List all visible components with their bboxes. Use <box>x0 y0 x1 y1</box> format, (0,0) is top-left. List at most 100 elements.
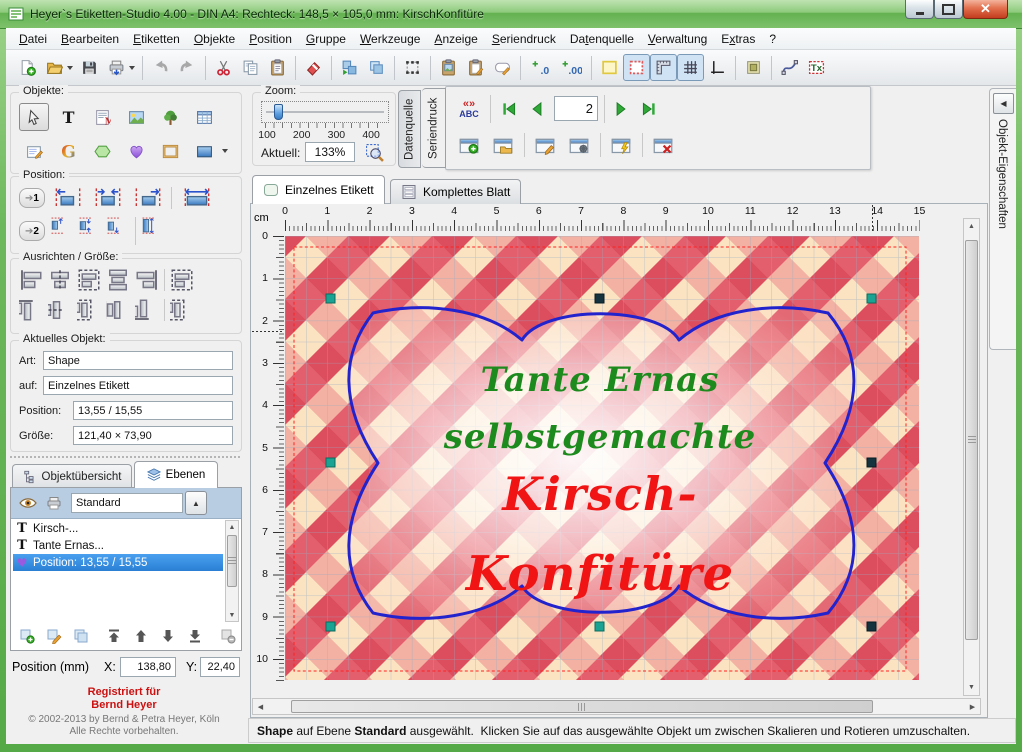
decimal-0-button[interactable] <box>525 54 555 81</box>
move-up-button[interactable] <box>129 625 153 647</box>
menu-item-anzeige[interactable]: Anzeige <box>427 30 484 48</box>
x-field[interactable]: 138,80 <box>120 657 176 677</box>
distribute-v-button[interactable] <box>106 298 130 322</box>
add-layer-button[interactable] <box>15 625 39 647</box>
align-bottom-button[interactable] <box>135 298 159 322</box>
hexagon-shape-button[interactable] <box>87 137 117 165</box>
paste-button[interactable] <box>264 54 291 81</box>
copy-button[interactable] <box>237 54 264 81</box>
center-vertical-button[interactable] <box>79 215 101 247</box>
decimal-00-button[interactable] <box>555 54 587 81</box>
zoom-value-field[interactable]: 133% <box>305 142 355 162</box>
objekt-position-field[interactable]: 13,55 / 15,55 <box>73 401 233 420</box>
layer-visibility-button[interactable] <box>15 491 41 515</box>
horizontal-scrollbar[interactable]: ◀ ▶ <box>252 698 981 715</box>
align-top-button[interactable] <box>19 298 43 322</box>
size-equal-v-button[interactable] <box>170 298 194 322</box>
previous-record-button[interactable] <box>524 97 550 121</box>
align-center-h-button[interactable] <box>48 268 72 292</box>
grid-toggle-button[interactable] <box>677 54 704 81</box>
stretch-horizontal-button[interactable] <box>178 187 216 209</box>
horizontal-scrollbar-thumb[interactable] <box>291 700 873 713</box>
new-record-button[interactable] <box>454 131 484 159</box>
move-bottom-button[interactable] <box>107 215 129 247</box>
center-horizontal-button[interactable] <box>91 187 125 209</box>
position-badge-2[interactable]: ➔2 <box>19 221 45 241</box>
label-text-line3[interactable]: Kirsch- <box>335 467 865 521</box>
auto-merge-button[interactable] <box>606 131 636 159</box>
erase-button[interactable] <box>300 54 327 81</box>
edit-note-button[interactable] <box>489 54 516 81</box>
y-field[interactable]: 22,40 <box>200 657 240 677</box>
label-text-line4[interactable]: Konfitüre <box>335 546 865 602</box>
selection-handle[interactable] <box>595 622 604 631</box>
save-button[interactable] <box>76 54 103 81</box>
last-record-button[interactable] <box>636 97 662 121</box>
next-record-button[interactable] <box>608 97 634 121</box>
table-tool-button[interactable] <box>189 103 219 131</box>
wordart-tool-button[interactable] <box>53 137 83 165</box>
move-top-button[interactable] <box>51 215 73 247</box>
scroll-left-icon[interactable]: ◀ <box>253 699 268 714</box>
undo-button[interactable] <box>147 54 174 81</box>
open-datasource-button[interactable] <box>488 131 518 159</box>
menu-item-bearbeiten[interactable]: Bearbeiten <box>54 30 126 48</box>
stretch-vertical-button[interactable] <box>142 215 164 247</box>
record-number-field[interactable]: 2 <box>554 96 598 121</box>
menu-item-datenquelle[interactable]: Datenquelle <box>563 30 641 48</box>
maximize-button[interactable] <box>934 0 963 19</box>
tab-einzelnes-etikett[interactable]: Einzelnes Etikett <box>252 175 385 204</box>
menu-item-etiketten[interactable]: Etiketten <box>126 30 187 48</box>
minimize-button[interactable] <box>905 0 934 19</box>
cut-button[interactable] <box>210 54 237 81</box>
edit-layer-button[interactable] <box>42 625 66 647</box>
position-badge-1[interactable]: ➔1 <box>19 188 45 208</box>
order-objects-button[interactable] <box>336 54 363 81</box>
menu-item-werkzeuge[interactable]: Werkzeuge <box>353 30 427 48</box>
print-export-button[interactable] <box>103 54 130 81</box>
selection-handle[interactable] <box>326 458 335 467</box>
align-right-button[interactable] <box>135 268 159 292</box>
label-canvas[interactable] <box>285 233 919 690</box>
tab-ebenen[interactable]: Ebenen <box>134 461 218 488</box>
menu-item-position[interactable]: Position <box>242 30 299 48</box>
snap-toggle-button[interactable] <box>740 54 767 81</box>
menu-item-objekte[interactable]: Objekte <box>187 30 242 48</box>
move-left-button[interactable] <box>51 187 85 209</box>
vertical-scrollbar-thumb[interactable] <box>965 240 978 640</box>
paste-form-button[interactable] <box>462 54 489 81</box>
tab-komplettes-blatt[interactable]: Komplettes Blatt <box>390 179 521 204</box>
menu-item-[interactable]: ? <box>762 30 783 48</box>
move-down-button[interactable] <box>156 625 180 647</box>
text-export-button[interactable] <box>803 54 830 81</box>
copy-objects-button[interactable] <box>363 54 390 81</box>
align-middle-button[interactable] <box>48 298 72 322</box>
rich-text-tool-button[interactable] <box>87 103 117 131</box>
tab-seriendruck[interactable]: Seriendruck <box>422 88 446 168</box>
layer-print-button[interactable] <box>41 491 67 515</box>
layer-list-item[interactable]: TKirsch-... <box>13 520 223 537</box>
selection-handle[interactable] <box>867 458 876 467</box>
frame-tool-button[interactable] <box>155 137 185 165</box>
select-tool-button[interactable] <box>19 103 49 131</box>
paste-image-button[interactable] <box>435 54 462 81</box>
clipart-tool-button[interactable] <box>155 103 185 131</box>
axes-toggle-button[interactable] <box>704 54 731 81</box>
layer-list-item[interactable]: TTante Ernas... <box>13 537 223 554</box>
selection-handle[interactable] <box>595 294 604 303</box>
duplicate-layer-button[interactable] <box>69 625 93 647</box>
edit-records-button[interactable] <box>530 131 560 159</box>
first-record-button[interactable] <box>496 97 522 121</box>
tab-datenquelle[interactable]: Datenquelle <box>398 90 421 168</box>
objekt-eigenschaften-tab[interactable]: ◀ Objekt-Eigenschaften <box>989 88 1016 350</box>
layer-list-item[interactable]: ♥Position: 13,55 / 15,55 <box>13 554 223 571</box>
heart-shape-button[interactable] <box>121 137 151 165</box>
delete-layer-button[interactable] <box>216 625 240 647</box>
curve-tool-button[interactable] <box>776 54 803 81</box>
redo-button[interactable] <box>174 54 201 81</box>
size-equal-h-button[interactable] <box>170 268 194 292</box>
close-button[interactable]: ✕ <box>963 0 1008 19</box>
shape-dropdown-caret[interactable] <box>222 149 228 153</box>
tab-objektuebersicht[interactable]: Objektübersicht <box>12 464 132 488</box>
print-dropdown-caret[interactable] <box>129 66 135 70</box>
